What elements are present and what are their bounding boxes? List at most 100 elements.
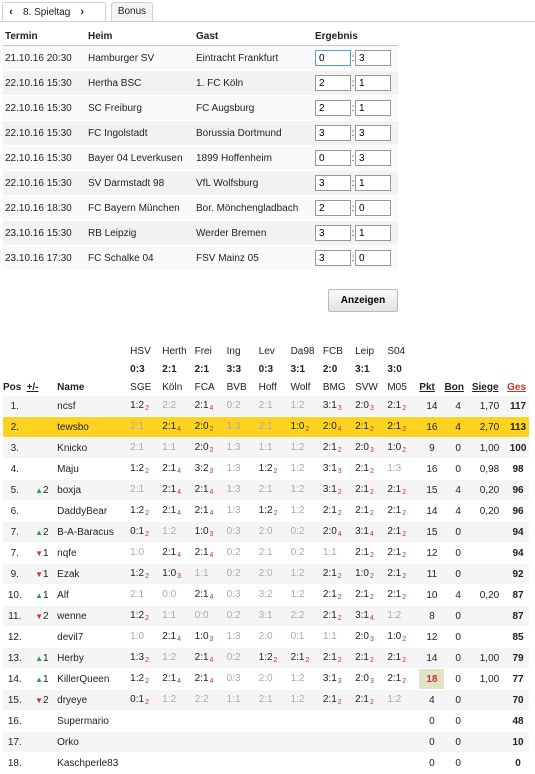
- tip-points: 2: [402, 510, 407, 517]
- away-score-input[interactable]: [355, 225, 391, 241]
- tip-points: 4: [209, 678, 214, 685]
- pos: 11.: [3, 605, 27, 627]
- home-score-input[interactable]: [315, 125, 351, 141]
- match-result: 0:3: [130, 363, 145, 375]
- ges: 94: [507, 521, 529, 543]
- siege: [471, 605, 508, 627]
- tip-points: 2: [145, 678, 149, 685]
- home-score-input[interactable]: [315, 75, 351, 91]
- fixture-row: 22.10.16 15:30 Bayer 04 Leverkusen 1899 Ho…: [3, 145, 398, 171]
- chevron-left-icon[interactable]: ‹: [3, 3, 19, 21]
- tip-cell: 0:0: [194, 605, 227, 627]
- home-score-input[interactable]: [315, 250, 351, 266]
- home-score-input[interactable]: [315, 100, 351, 116]
- tab-bonus[interactable]: Bonus: [111, 2, 153, 22]
- tip: 1:2: [162, 526, 177, 537]
- tip: 1:1: [258, 442, 273, 453]
- tip-cell: 1:1: [226, 689, 259, 711]
- tip-points: 4: [209, 489, 214, 496]
- away-score-input[interactable]: [355, 75, 391, 91]
- home-score-input[interactable]: [315, 150, 351, 166]
- ges: 79: [507, 647, 529, 669]
- tip: 1:0: [130, 631, 145, 642]
- tip: 3:2: [194, 463, 209, 474]
- tip-cell: 2:14: [162, 626, 195, 648]
- player-name: Supermario: [57, 710, 131, 732]
- home-score-input[interactable]: [315, 200, 351, 216]
- col-ges[interactable]: Ges: [507, 378, 529, 396]
- tip-cell: 3:14: [355, 605, 388, 627]
- tip: 2:0: [355, 400, 369, 411]
- home-score-input[interactable]: [315, 225, 351, 241]
- away-score-input[interactable]: [355, 100, 391, 116]
- tip-points: 2: [370, 594, 374, 601]
- pos: 13.: [3, 647, 27, 669]
- tip: 2:1: [162, 463, 177, 474]
- tip: 2:1: [387, 505, 402, 516]
- tip-points: 2: [305, 426, 310, 433]
- fixture-row: 23.10.16 17:30FC Schalke 04FSV Mainz 05:: [3, 245, 398, 271]
- tip-points: 2: [273, 657, 278, 664]
- tip: 2:1: [355, 547, 369, 558]
- away-score-input[interactable]: [355, 250, 391, 266]
- tip-cell: 1:1: [162, 437, 195, 459]
- pkt: 4: [419, 689, 445, 711]
- bon: 0: [444, 437, 472, 459]
- tip-points: 3: [370, 447, 374, 454]
- match-home-team: Frei: [194, 345, 212, 357]
- standings-row: 9. ▼1 Ezak 1:22 1:03 1:1 0:2 2:0 1:2 2:12 1:02 2:12…: [3, 563, 529, 585]
- standings-row: 6. DaddyBear 1:22 2:14 2:14 1:3 1:22 1:2 2:12 2:1…: [3, 500, 529, 522]
- away-score-input[interactable]: [355, 150, 391, 166]
- trend: ▼2: [26, 689, 58, 711]
- home-score-input[interactable]: [315, 50, 351, 66]
- tip-cell: 2:04: [322, 416, 356, 438]
- chevron-right-icon[interactable]: ›: [74, 3, 90, 21]
- tip: 2:0: [258, 526, 273, 537]
- tip: 2:1: [387, 652, 402, 663]
- tip: 1:2: [290, 694, 305, 705]
- tip-cell: 0:2: [226, 563, 259, 585]
- standings-row: 15. ▼2 dryeye 0:12 1:2 2:2 1:1 2:1 1:2 2:12 2:12 1:…: [3, 689, 529, 711]
- fixture-home: FC Ingolstadt: [86, 120, 194, 146]
- away-score-input[interactable]: [355, 125, 391, 141]
- tip: 1:2: [258, 505, 273, 516]
- tip-cell: 2:12: [322, 647, 356, 669]
- tip-cell: 2:14: [194, 542, 227, 564]
- tip-cell: 1:22: [130, 668, 163, 690]
- match-home-team: FCB: [322, 345, 343, 357]
- bon: 0: [444, 458, 472, 480]
- col-trend[interactable]: +/-: [27, 378, 58, 396]
- tip-cell: 1:2: [387, 605, 420, 627]
- tip: 2:1: [194, 484, 209, 495]
- col-bon[interactable]: Bon: [444, 378, 471, 396]
- siege: [471, 689, 508, 711]
- away-score-input[interactable]: [355, 175, 391, 191]
- arrow-up-icon: ▲: [35, 485, 44, 495]
- tip-cell: 2:12: [387, 521, 420, 543]
- pkt: 14: [419, 396, 445, 417]
- tab-matchday[interactable]: ‹ 8. Spieltag ›: [2, 2, 106, 22]
- tip-cell: 2:0: [258, 563, 291, 585]
- home-score-input[interactable]: [315, 175, 351, 191]
- tip-cell: 2:1: [258, 479, 291, 501]
- tip-points: 3: [370, 678, 374, 685]
- away-score-input[interactable]: [355, 50, 391, 66]
- tip-cell: 2:14: [194, 479, 227, 501]
- pos: 18.: [3, 752, 27, 774]
- anzeigen-button[interactable]: Anzeigen: [328, 289, 398, 312]
- player-name: Orko: [57, 731, 131, 753]
- away-score-input[interactable]: [355, 200, 391, 216]
- tip: 0:2: [226, 400, 241, 411]
- tip-cell: 0:2: [290, 542, 323, 564]
- tip-cell: 1:3: [226, 479, 259, 501]
- tip: 3:1: [322, 673, 337, 684]
- tip-cell: 1:32: [130, 647, 163, 669]
- col-pkt[interactable]: Pkt: [419, 378, 444, 396]
- standings-row: 12. devil7 1:0 2:14 1:03 1:3 2:0 0:1 1:1 2:03 1:02…: [3, 626, 529, 648]
- player-name: DaddyBear: [57, 500, 131, 522]
- tip-cell: 2:12: [355, 479, 388, 501]
- bon: 0: [444, 626, 472, 648]
- tip-points: 2: [402, 489, 407, 496]
- tip-cell: 1:02: [355, 563, 388, 585]
- col-siege[interactable]: Siege: [472, 378, 507, 396]
